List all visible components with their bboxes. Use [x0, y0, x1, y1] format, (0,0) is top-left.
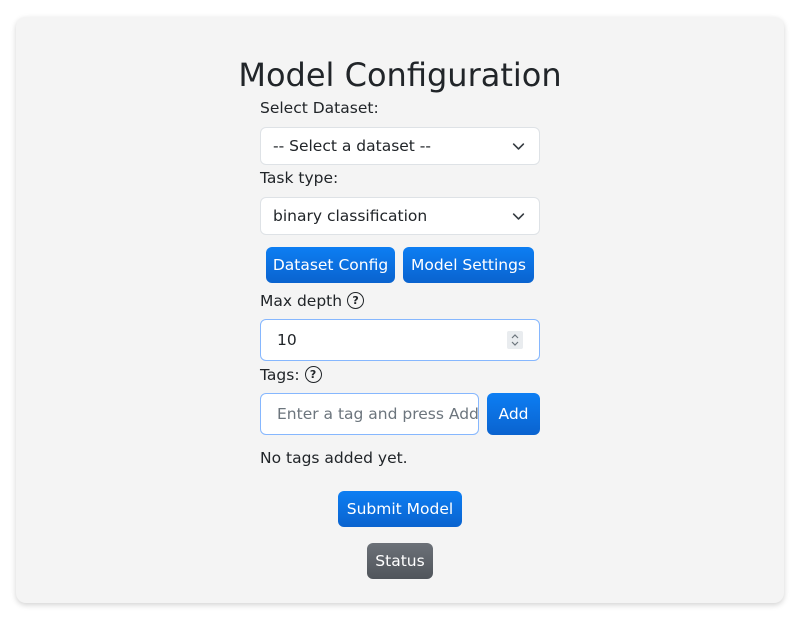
task-type-label: Task type: — [260, 169, 339, 187]
number-spinner-icon[interactable] — [507, 331, 523, 349]
model-settings-button[interactable]: Model Settings — [403, 247, 534, 283]
tag-input-placeholder: Enter a tag and press Add — [277, 405, 479, 423]
chevron-down-icon — [512, 143, 525, 150]
help-circle-icon[interactable]: ? — [347, 292, 365, 309]
submit-model-button[interactable]: Submit Model — [338, 491, 462, 527]
help-circle-icon[interactable]: ? — [304, 366, 322, 383]
chevron-down-icon — [511, 341, 519, 346]
config-card: Model Configuration Select Dataset: -- S… — [16, 17, 784, 603]
no-tags-message: No tags added yet. — [260, 449, 408, 467]
tags-label: Tags:? — [260, 366, 322, 384]
chevron-down-icon — [512, 213, 525, 220]
dataset-label: Select Dataset: — [260, 99, 379, 117]
task-type-select[interactable]: binary classification — [260, 197, 540, 235]
add-tag-button[interactable]: Add — [487, 393, 540, 435]
tags-label-text: Tags: — [260, 366, 300, 384]
page-title: Model Configuration — [238, 56, 562, 94]
max-depth-label: Max depth? — [260, 292, 365, 310]
status-button[interactable]: Status — [367, 543, 433, 579]
dataset-config-button[interactable]: Dataset Config — [266, 247, 395, 283]
tag-input[interactable]: Enter a tag and press Add — [260, 393, 479, 435]
max-depth-input[interactable]: 10 — [260, 319, 540, 361]
dataset-select-value: -- Select a dataset -- — [273, 137, 431, 155]
dataset-select[interactable]: -- Select a dataset -- — [260, 127, 540, 165]
task-type-select-value: binary classification — [273, 207, 428, 225]
max-depth-value: 10 — [277, 331, 297, 349]
max-depth-label-text: Max depth — [260, 292, 343, 310]
chevron-up-icon — [511, 334, 519, 339]
